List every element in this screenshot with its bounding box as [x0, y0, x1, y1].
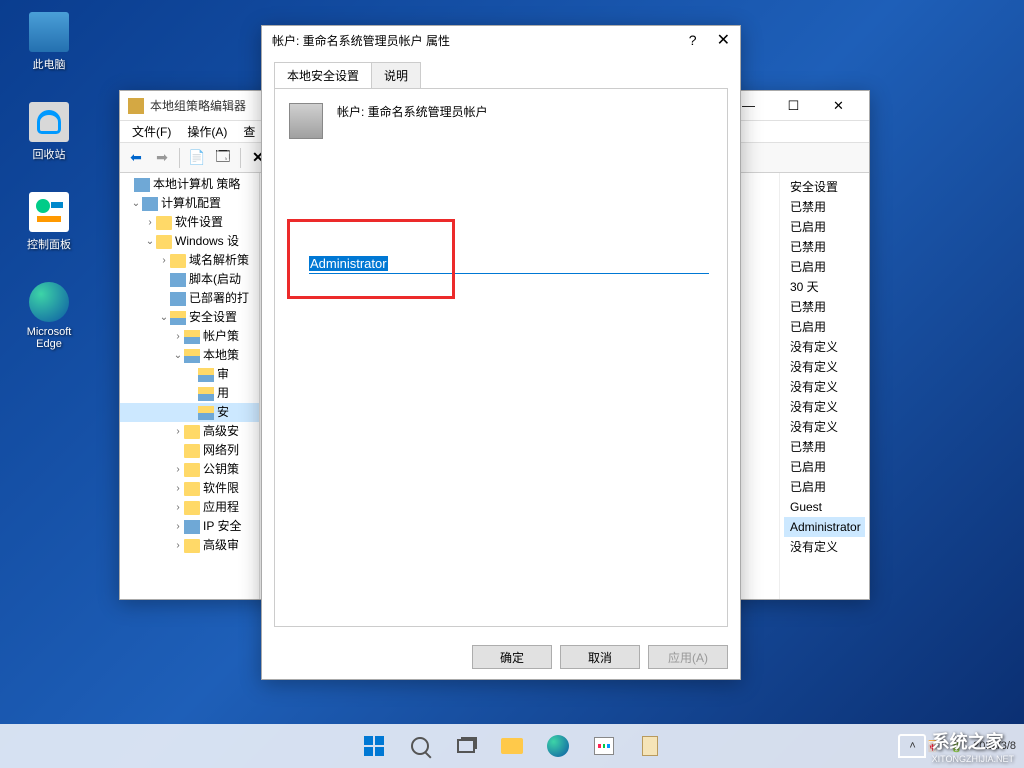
icon-label: 此电脑 — [14, 56, 84, 72]
desktop-icon-this-pc[interactable]: 此电脑 — [14, 12, 84, 72]
list-item[interactable]: 已启用 — [784, 257, 865, 277]
dialog-buttons: 确定 取消 应用(A) — [262, 635, 740, 679]
tree-root[interactable]: 本地计算机 策略 — [120, 175, 259, 194]
desktop-icon-edge[interactable]: Microsoft Edge — [14, 282, 84, 350]
tree-network-list[interactable]: 网络列 — [120, 441, 259, 460]
dialog-close-button[interactable]: ✕ — [717, 30, 730, 50]
tree-advanced-security[interactable]: ›高级安 — [120, 422, 259, 441]
show-hide-button[interactable]: 🗔 — [211, 146, 235, 170]
list-item[interactable]: 已启用 — [784, 477, 865, 497]
list-item[interactable]: 没有定义 — [784, 377, 865, 397]
edge-icon — [547, 735, 569, 757]
input-selected-text: Administrator — [309, 256, 388, 271]
policy-header-label: 帐户: 重命名系统管理员帐户 — [337, 103, 488, 120]
help-button[interactable]: ? — [689, 32, 697, 48]
list-item[interactable]: 没有定义 — [784, 357, 865, 377]
list-item[interactable]: 已启用 — [784, 317, 865, 337]
gpedit-taskbar-button[interactable] — [630, 726, 670, 766]
search-icon — [411, 737, 429, 755]
ok-button[interactable]: 确定 — [472, 645, 552, 669]
list-item[interactable]: 已禁用 — [784, 437, 865, 457]
close-button[interactable]: ✕ — [816, 92, 861, 120]
tab-local-security[interactable]: 本地安全设置 — [274, 62, 372, 89]
tree-software-restrict[interactable]: ›软件限 — [120, 479, 259, 498]
tree-panel[interactable]: 本地计算机 策略 ⌄计算机配置 ›软件设置 ⌄Windows 设 ›域名解析策 … — [120, 173, 260, 599]
list-item[interactable]: 没有定义 — [784, 417, 865, 437]
pc-icon — [29, 12, 69, 52]
store-button[interactable] — [584, 726, 624, 766]
list-item[interactable]: 已启用 — [784, 457, 865, 477]
menu-file[interactable]: 文件(F) — [124, 121, 179, 142]
gpedit-icon — [128, 98, 144, 114]
tree-software-settings[interactable]: ›软件设置 — [120, 213, 259, 232]
tree-dns-policy[interactable]: ›域名解析策 — [120, 251, 259, 270]
folder-icon — [501, 738, 523, 754]
watermark: 系统之家 XITONGZHIJIA.NET — [898, 728, 1014, 764]
list-item[interactable]: 已启用 — [784, 217, 865, 237]
list-item[interactable]: 已禁用 — [784, 237, 865, 257]
dialog-title: 帐户: 重命名系统管理员帐户 属性 — [272, 32, 689, 49]
tree-scripts[interactable]: 脚本(启动 — [120, 270, 259, 289]
windows-icon — [364, 736, 384, 756]
list-item[interactable]: 30 天 — [784, 277, 865, 297]
taskbar: ˄ 🀄 🔋 2022/3/8 — [0, 724, 1024, 768]
task-view-button[interactable] — [446, 726, 486, 766]
watermark-text: 系统之家 — [932, 732, 1004, 752]
tree-advanced-audit[interactable]: ›高级审 — [120, 536, 259, 555]
dialog-titlebar[interactable]: 帐户: 重命名系统管理员帐户 属性 ? ✕ — [262, 26, 740, 54]
task-view-icon — [457, 739, 475, 753]
icon-label: 控制面板 — [14, 236, 84, 252]
watermark-logo-icon — [898, 734, 926, 758]
policy-icon — [289, 103, 323, 139]
properties-dialog: 帐户: 重命名系统管理员帐户 属性 ? ✕ 本地安全设置 说明 帐户: 重命名系… — [261, 25, 741, 680]
maximize-button[interactable]: ☐ — [771, 92, 816, 120]
search-button[interactable] — [400, 726, 440, 766]
tree-app-control[interactable]: ›应用程 — [120, 498, 259, 517]
up-button[interactable]: 📄 — [185, 146, 209, 170]
forward-button[interactable]: ➡ — [150, 146, 174, 170]
desktop-icon-control-panel[interactable]: 控制面板 — [14, 192, 84, 252]
tree-security-settings[interactable]: ⌄安全设置 — [120, 308, 259, 327]
tab-content: 帐户: 重命名系统管理员帐户 Administrator — [274, 88, 728, 627]
bin-icon — [29, 102, 69, 142]
list-item[interactable]: 已禁用 — [784, 297, 865, 317]
document-icon — [642, 736, 658, 756]
value-list[interactable]: 安全设置已禁用已启用已禁用已启用30 天已禁用已启用没有定义没有定义没有定义没有… — [784, 177, 865, 557]
icon-label: Microsoft Edge — [14, 326, 84, 350]
list-item[interactable]: 已禁用 — [784, 197, 865, 217]
control-panel-icon — [29, 192, 69, 232]
tree-security-options[interactable]: 安 — [120, 403, 259, 422]
tree-local-policies[interactable]: ⌄本地策 — [120, 346, 259, 365]
tree-windows-settings[interactable]: ⌄Windows 设 — [120, 232, 259, 251]
menu-view[interactable]: 查 — [235, 121, 263, 142]
watermark-sub: XITONGZHIJIA.NET — [932, 754, 1014, 764]
list-item[interactable]: 安全设置 — [784, 177, 865, 197]
rename-admin-input[interactable]: Administrator — [309, 254, 709, 274]
list-item[interactable]: 没有定义 — [784, 397, 865, 417]
edge-button[interactable] — [538, 726, 578, 766]
tree-account-policies[interactable]: ›帐户策 — [120, 327, 259, 346]
tree-user-rights[interactable]: 用 — [120, 384, 259, 403]
store-icon — [594, 737, 614, 755]
tree-ip-security[interactable]: ›IP 安全 — [120, 517, 259, 536]
tree-computer-config[interactable]: ⌄计算机配置 — [120, 194, 259, 213]
tree-pki[interactable]: ›公钥策 — [120, 460, 259, 479]
icon-label: 回收站 — [14, 146, 84, 162]
list-item[interactable]: Administrator — [784, 517, 865, 537]
start-button[interactable] — [354, 726, 394, 766]
list-item[interactable]: 没有定义 — [784, 537, 865, 557]
apply-button[interactable]: 应用(A) — [648, 645, 728, 669]
list-item[interactable]: 没有定义 — [784, 337, 865, 357]
tab-strip: 本地安全设置 说明 — [262, 54, 740, 89]
desktop-icon-recycle-bin[interactable]: 回收站 — [14, 102, 84, 162]
cancel-button[interactable]: 取消 — [560, 645, 640, 669]
tree-audit[interactable]: 审 — [120, 365, 259, 384]
list-item[interactable]: Guest — [784, 497, 865, 517]
tab-description[interactable]: 说明 — [371, 62, 421, 89]
tree-deployed[interactable]: 已部署的打 — [120, 289, 259, 308]
back-button[interactable]: ⬅ — [124, 146, 148, 170]
explorer-button[interactable] — [492, 726, 532, 766]
menu-action[interactable]: 操作(A) — [179, 121, 235, 142]
edge-icon — [29, 282, 69, 322]
